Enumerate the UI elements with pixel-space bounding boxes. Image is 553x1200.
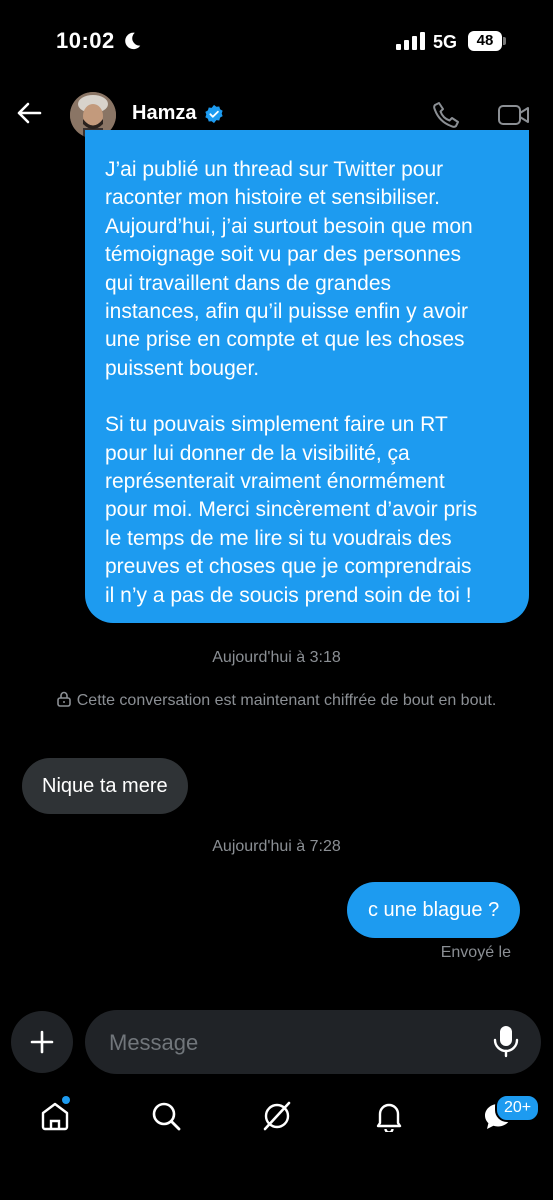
back-arrow-icon[interactable]: [16, 100, 42, 126]
outgoing-message[interactable]: c une blague ?: [347, 882, 521, 938]
incoming-message[interactable]: Nique ta mere: [22, 758, 188, 814]
message-input-container: [85, 1010, 541, 1076]
encryption-text: Cette conversation est maintenant chiffr…: [76, 692, 497, 709]
plus-icon: [30, 1030, 54, 1054]
encryption-notice: Cette conversation est maintenant chiffr…: [40, 690, 513, 712]
phone-call-icon[interactable]: [431, 100, 461, 130]
timestamp: Aujourd'hui à 7:28: [212, 838, 341, 855]
search-icon[interactable]: [150, 1100, 182, 1132]
video-call-icon[interactable]: [497, 100, 531, 130]
signal-icon: [396, 32, 425, 50]
outgoing-message-long[interactable]: J’ai publié un thread sur Twitter pour r…: [85, 130, 529, 623]
verified-badge-icon: [205, 104, 223, 124]
battery-level: 48: [476, 32, 494, 49]
message-paragraph-2: Si tu pouvais simplement faire un RT pou…: [105, 413, 478, 607]
contact-name[interactable]: Hamza: [132, 102, 196, 125]
battery-icon: 48: [468, 31, 506, 51]
timestamp: Aujourd'hui à 3:18: [212, 649, 341, 666]
moon-icon: [125, 32, 141, 50]
messages-badge: 20+: [495, 1094, 541, 1122]
notifications-bell-icon[interactable]: [373, 1100, 405, 1132]
grok-icon[interactable]: [261, 1100, 293, 1132]
sent-status: Envoyé le: [440, 944, 511, 961]
notification-dot: [62, 1096, 70, 1104]
add-attachment-button[interactable]: [11, 1011, 73, 1073]
network-type: 5G: [433, 32, 458, 52]
status-time: 10:02: [56, 28, 115, 53]
lock-icon: [56, 691, 71, 707]
microphone-icon[interactable]: [492, 1024, 520, 1058]
home-icon[interactable]: [39, 1100, 71, 1132]
message-input[interactable]: [107, 1010, 481, 1076]
message-paragraph-1: J’ai publié un thread sur Twitter pour r…: [105, 158, 473, 380]
